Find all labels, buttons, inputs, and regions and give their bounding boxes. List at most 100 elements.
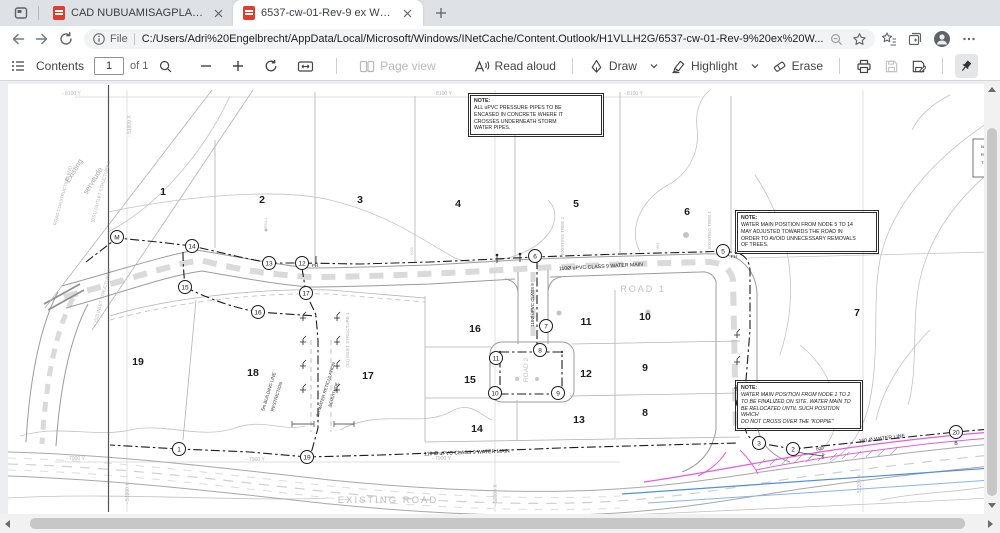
print-button[interactable]	[852, 54, 876, 78]
page-view-button[interactable]: Page view	[355, 54, 439, 78]
highlight-button[interactable]: Highlight	[667, 54, 742, 78]
node-marker: 7	[540, 320, 553, 333]
node-marker: 5	[717, 245, 730, 258]
zoom-out-icon[interactable]	[829, 32, 844, 47]
fit-to-width-button[interactable]	[293, 54, 318, 78]
scroll-up-arrow[interactable]	[988, 87, 996, 92]
ref-label: RD1-I	[263, 218, 268, 228]
pdf-page[interactable]: ROAD 1 EXISTING ROAD ROAD 2 Existing ser…	[8, 84, 984, 514]
draw-button[interactable]: Draw	[585, 54, 641, 78]
note-line: CROSSES UNDERNEATH STORM	[474, 119, 598, 126]
page-total-label: of 1	[130, 60, 148, 72]
svg-text:6: 6	[533, 253, 537, 260]
node-marker: 20	[950, 426, 963, 439]
new-tab-button[interactable]	[429, 1, 453, 25]
node-marker: M	[111, 231, 124, 244]
zoom-in-button[interactable]	[227, 54, 249, 78]
plot-number: 6	[684, 206, 690, 218]
note-line: WATER PIPES.	[474, 125, 598, 132]
water-main-label: 110Ø uPVC CLASS 9 WATER MAIN	[559, 262, 644, 272]
vertical-scrollbar[interactable]	[984, 81, 1000, 514]
pdf-file-icon	[53, 6, 65, 20]
tab-bar: CAD NUBUAMISAGPLAN DRG.p... 6537-cw-01-R…	[0, 0, 1000, 26]
note-title: NOTE:	[741, 215, 873, 222]
tab-actions-button[interactable]	[8, 3, 34, 23]
svg-text:15: 15	[181, 284, 189, 291]
svg-text:12: 12	[298, 260, 306, 267]
rotate-button[interactable]	[259, 54, 283, 78]
url-text[interactable]: C:/Users/Adri%20Engelbrecht/AppData/Loca…	[142, 33, 824, 45]
pin-toolbar-button[interactable]	[955, 54, 978, 78]
scroll-down-arrow[interactable]	[988, 503, 996, 508]
info-icon[interactable]	[92, 32, 106, 46]
svg-text:16: 16	[254, 309, 262, 316]
profile-avatar[interactable]	[933, 30, 951, 48]
save-button[interactable]	[880, 54, 903, 78]
horizontal-scrollbar-thumb[interactable]	[30, 518, 965, 529]
svg-text:10: 10	[491, 390, 499, 397]
address-bar[interactable]: File C:/Users/Adri%20Engelbrecht/AppData…	[84, 29, 875, 49]
tab-close-icon[interactable]	[401, 5, 415, 21]
pdf-file-icon	[243, 6, 255, 20]
vertical-scrollbar-thumb[interactable]	[987, 128, 997, 496]
note-line: ORDER TO AVOID UNNECESSARY REMOVALS	[741, 236, 873, 243]
note-line: OF TREES.	[741, 242, 873, 249]
search-button[interactable]	[154, 54, 177, 78]
dimension-label: 600	[816, 446, 825, 452]
grid-label: - 51800 X	[127, 115, 133, 137]
favorites-bar-icon[interactable]	[881, 31, 897, 47]
plot-number: 11	[580, 316, 591, 328]
page-number-input[interactable]	[94, 57, 124, 75]
collections-icon[interactable]	[907, 31, 923, 47]
more-menu-icon[interactable]	[961, 31, 977, 47]
tab-2-active[interactable]: 6537-cw-01-Rev-9 ex WCE.pdf	[233, 0, 423, 26]
node-marker: 15	[179, 281, 192, 294]
highlight-options-chevron[interactable]	[746, 54, 764, 78]
forward-button[interactable]	[30, 28, 54, 50]
tab-1[interactable]: CAD NUBUAMISAGPLAN DRG.p...	[43, 0, 233, 26]
note-line: BE RELOCATED UNTIL SUCH POSITION WHICH	[741, 406, 857, 420]
node-marker: 12	[296, 257, 309, 270]
tab-close-icon[interactable]	[212, 5, 225, 21]
water-main-label: 110 Ø uPVC CLASS 9 WATER MAIN	[424, 449, 510, 458]
erase-button[interactable]: Erase	[768, 54, 827, 78]
existing-water-lines	[622, 468, 984, 503]
plot-number: 18	[247, 367, 259, 379]
draw-options-chevron[interactable]	[645, 54, 663, 78]
contents-icon[interactable]	[10, 58, 26, 74]
svg-text:M: M	[114, 234, 119, 241]
back-button[interactable]	[6, 28, 30, 50]
plot-number: 7	[854, 307, 860, 319]
tree1-label: EXISTING TREE 1	[707, 211, 712, 249]
grid-label: - 7900 Y	[246, 457, 265, 463]
contents-button[interactable]: Contents	[32, 54, 88, 78]
svg-text:1: 1	[177, 446, 181, 453]
grid-label: - 51800 X	[125, 482, 131, 504]
scroll-left-arrow[interactable]	[5, 520, 10, 528]
note-line: DO NOT CROSS OVER THE "KOPPIE"	[741, 419, 857, 426]
existing-road-label: EXISTING ROAD	[338, 495, 438, 506]
plot-number: 10	[639, 311, 651, 323]
node-marker: 19	[301, 451, 314, 464]
svg-text:8: 8	[538, 347, 542, 354]
plot-number: 4	[455, 198, 461, 210]
ref-label: K03	[409, 247, 414, 255]
zoom-out-button[interactable]	[195, 54, 217, 78]
scroll-right-arrow[interactable]	[988, 520, 993, 528]
road2-label: ROAD 2	[523, 358, 530, 383]
add-favorite-star-icon[interactable]	[852, 32, 867, 47]
refresh-button[interactable]	[54, 28, 78, 50]
horizontal-scrollbar[interactable]	[0, 514, 1000, 533]
svg-text:14: 14	[188, 243, 196, 250]
plot-number: 15	[464, 374, 476, 386]
water-main-label: 110Ø uPVC CLASS 9	[530, 283, 535, 327]
node-marker: 1	[173, 443, 186, 456]
save-as-button[interactable]	[907, 54, 930, 78]
svg-text:2: 2	[791, 446, 795, 453]
grid-label: - 8100 Y	[62, 91, 81, 97]
s1-label: (S1) INLET STRUCTURE 1	[345, 312, 350, 368]
read-aloud-button[interactable]: Read aloud	[469, 54, 560, 78]
highlight-icon	[671, 59, 686, 74]
plot-number: 2	[259, 194, 265, 206]
svg-text:11: 11	[493, 355, 500, 362]
